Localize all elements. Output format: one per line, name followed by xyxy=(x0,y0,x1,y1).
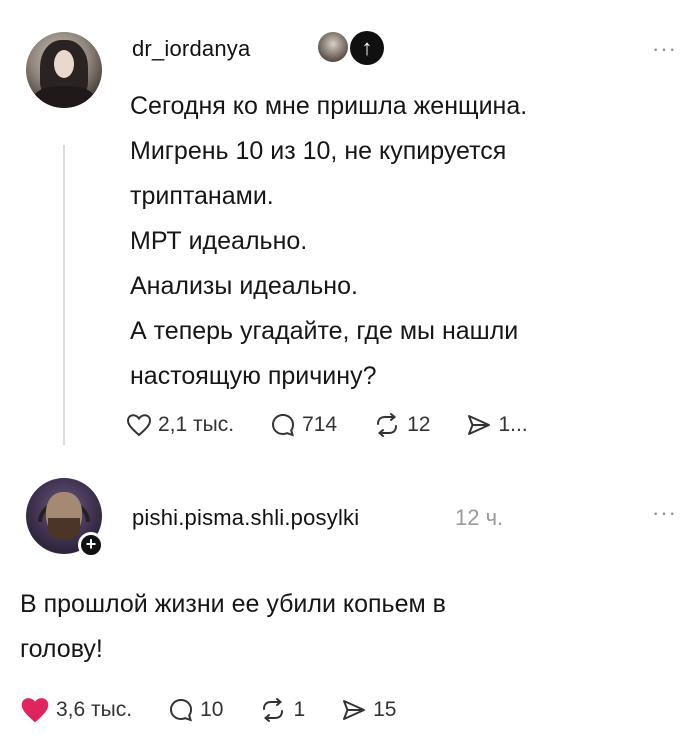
reply-text-line: В прошлой жизни ее убили копьем в xyxy=(20,590,446,618)
like-button[interactable]: 2,1 тыс. xyxy=(126,413,234,437)
share-count: 1... xyxy=(498,413,528,436)
post-text-line: Анализы идеально. xyxy=(130,272,358,300)
repost-count: 1 xyxy=(293,698,306,721)
send-icon xyxy=(343,700,366,720)
post-text-line: триптанами. xyxy=(130,182,274,210)
like-count: 3,6 тыс. xyxy=(56,698,133,721)
thread-line xyxy=(63,145,65,445)
post-text-line: МРТ идеально. xyxy=(130,227,308,255)
more-options-icon[interactable]: ··· xyxy=(652,36,677,62)
post-text: Сегодня ко мне пришла женщина. Мигрень 1… xyxy=(130,84,670,399)
share-count: 15 xyxy=(373,698,397,721)
like-button[interactable]: 3,6 тыс. xyxy=(20,696,132,724)
repost-button[interactable]: 1 xyxy=(259,697,305,723)
reply-actions: 3,6 тыс. 10 1 15 xyxy=(20,696,432,724)
heart-icon xyxy=(126,414,152,437)
post-text-line: Мигрень 10 из 10, не купируется xyxy=(130,137,507,165)
more-options-icon[interactable]: ··· xyxy=(652,500,677,526)
arrow-up-icon[interactable]: ↑ xyxy=(350,31,384,65)
post-username[interactable]: dr_iordanya xyxy=(132,36,250,62)
post-text-line: настоящую причину? xyxy=(130,362,377,390)
repost-count: 12 xyxy=(407,413,431,436)
post-text-line: Сегодня ко мне пришла женщина. xyxy=(130,92,528,120)
comment-count: 714 xyxy=(302,413,338,436)
comment-count: 10 xyxy=(200,698,224,721)
share-button[interactable]: 1... xyxy=(466,412,528,438)
reply-text-line: голову! xyxy=(20,635,103,663)
avatar-beard xyxy=(48,518,80,540)
avatar-face xyxy=(54,50,74,78)
reply-timestamp: 12 ч. xyxy=(455,505,504,530)
comment-button[interactable]: 714 xyxy=(270,412,337,438)
reply-username[interactable]: pishi.pisma.shli.posylki xyxy=(132,505,359,531)
comment-icon xyxy=(272,413,295,437)
comment-button[interactable]: 10 xyxy=(168,697,223,723)
follow-plus-icon[interactable]: + xyxy=(78,532,104,558)
reply-text: В прошлой жизни ее убили копьем в голову… xyxy=(20,582,660,672)
like-count: 2,1 тыс. xyxy=(158,413,235,436)
repost-button[interactable]: 12 xyxy=(373,412,430,438)
profile-thumbnail-icon[interactable] xyxy=(318,32,348,62)
comment-icon xyxy=(170,698,193,722)
send-icon xyxy=(468,415,491,435)
heart-filled-icon xyxy=(21,698,49,723)
share-button[interactable]: 15 xyxy=(341,697,396,723)
avatar-body xyxy=(34,86,94,108)
repost-icon xyxy=(263,698,284,722)
repost-icon xyxy=(377,413,398,437)
post-actions: 2,1 тыс. 714 12 1... xyxy=(126,412,564,438)
post-text-line: А теперь угадайте, где мы нашли xyxy=(130,317,519,345)
avatar-dr-iordanya[interactable] xyxy=(26,32,102,108)
